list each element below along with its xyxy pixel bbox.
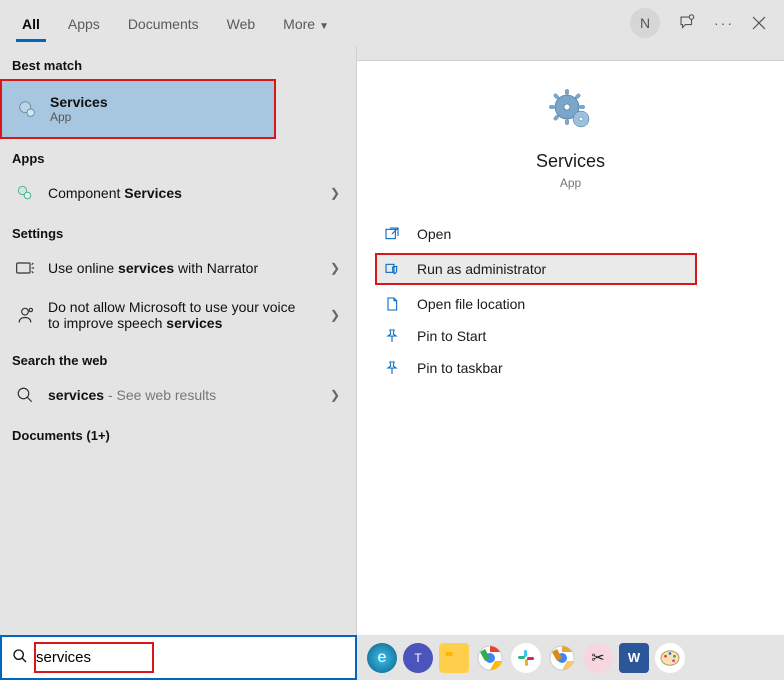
speech-icon — [14, 304, 36, 326]
best-match-result[interactable]: Services App — [0, 79, 276, 139]
best-match-heading: Best match — [0, 46, 356, 79]
paint-icon[interactable] — [655, 643, 685, 673]
apps-heading: Apps — [0, 139, 356, 172]
open-file-location-label: Open file location — [417, 296, 525, 312]
pin-to-start-label: Pin to Start — [417, 328, 486, 344]
tab-documents-label: Documents — [128, 16, 199, 32]
pin-to-start-action[interactable]: Pin to Start — [375, 320, 766, 352]
services-large-icon — [547, 87, 595, 135]
search-icon — [14, 384, 36, 406]
tab-documents[interactable]: Documents — [114, 4, 213, 42]
taskbar-search[interactable] — [0, 635, 357, 680]
narrator-icon — [14, 257, 36, 279]
speech-services-label: Do not allow Microsoft to use your voice… — [48, 299, 295, 331]
tab-apps[interactable]: Apps — [54, 4, 114, 42]
tab-all-label: All — [22, 16, 40, 32]
open-label: Open — [417, 226, 451, 242]
snip-icon[interactable]: ✂ — [583, 643, 613, 673]
taskbar: e T ✂ W — [0, 635, 784, 680]
search-filter-tabs: All Apps Documents Web More ▼ N ··· — [0, 0, 784, 46]
best-match-title: Services — [50, 94, 108, 110]
services-icon — [16, 98, 38, 120]
results-pane: Best match Services App Apps Component S… — [0, 46, 357, 635]
documents-heading: Documents (1+) — [0, 416, 356, 449]
search-input[interactable] — [36, 649, 296, 666]
account-initial: N — [640, 15, 650, 31]
detail-title: Services — [357, 151, 784, 172]
chevron-right-icon: ❯ — [330, 186, 340, 200]
open-action[interactable]: Open — [375, 218, 766, 250]
file-location-icon — [381, 296, 403, 312]
pin-to-taskbar-label: Pin to taskbar — [417, 360, 503, 376]
tab-more[interactable]: More ▼ — [269, 4, 343, 42]
slack-icon[interactable] — [511, 643, 541, 673]
component-services-icon — [14, 182, 36, 204]
teams-icon[interactable]: T — [403, 643, 433, 673]
file-explorer-icon[interactable] — [439, 643, 469, 673]
close-icon[interactable] — [752, 16, 766, 30]
taskbar-app-icons: e T ✂ W — [357, 643, 685, 673]
tab-more-label: More — [283, 16, 315, 32]
pin-taskbar-icon — [381, 360, 403, 376]
chrome-canary-icon[interactable] — [547, 643, 577, 673]
search-web-heading: Search the web — [0, 341, 356, 374]
open-icon — [381, 226, 403, 242]
run-as-admin-label: Run as administrator — [417, 261, 546, 277]
chevron-right-icon: ❯ — [330, 308, 340, 322]
speech-services-result[interactable]: Do not allow Microsoft to use your voice… — [0, 289, 356, 341]
best-match-subtitle: App — [50, 110, 108, 124]
narrator-services-result[interactable]: Use online services with Narrator ❯ — [0, 247, 356, 289]
component-services-result[interactable]: Component Services ❯ — [0, 172, 356, 214]
tab-all[interactable]: All — [8, 4, 54, 42]
tab-apps-label: Apps — [68, 16, 100, 32]
chevron-right-icon: ❯ — [330, 261, 340, 275]
pin-to-taskbar-action[interactable]: Pin to taskbar — [375, 352, 766, 384]
chrome-icon[interactable] — [475, 643, 505, 673]
component-services-label: Component Services — [48, 185, 182, 201]
feedback-icon[interactable] — [678, 14, 696, 32]
web-search-result[interactable]: services - See web results ❯ — [0, 374, 356, 416]
tab-web-label: Web — [227, 16, 256, 32]
detail-subtitle: App — [357, 176, 784, 190]
edge-icon[interactable]: e — [367, 643, 397, 673]
options-icon[interactable]: ··· — [714, 15, 734, 31]
tab-web[interactable]: Web — [213, 4, 270, 42]
detail-pane: Services App Open Run as administrator — [357, 60, 784, 635]
account-avatar[interactable]: N — [630, 8, 660, 38]
web-search-label: services - See web results — [48, 387, 216, 403]
settings-heading: Settings — [0, 214, 356, 247]
chevron-right-icon: ❯ — [330, 388, 340, 402]
chevron-down-icon: ▼ — [319, 21, 329, 32]
pin-start-icon — [381, 328, 403, 344]
open-file-location-action[interactable]: Open file location — [375, 288, 766, 320]
run-as-admin-action[interactable]: Run as administrator — [375, 253, 697, 285]
narrator-services-label: Use online services with Narrator — [48, 260, 258, 276]
word-icon[interactable]: W — [619, 643, 649, 673]
admin-icon — [381, 261, 403, 277]
search-icon — [12, 648, 28, 667]
